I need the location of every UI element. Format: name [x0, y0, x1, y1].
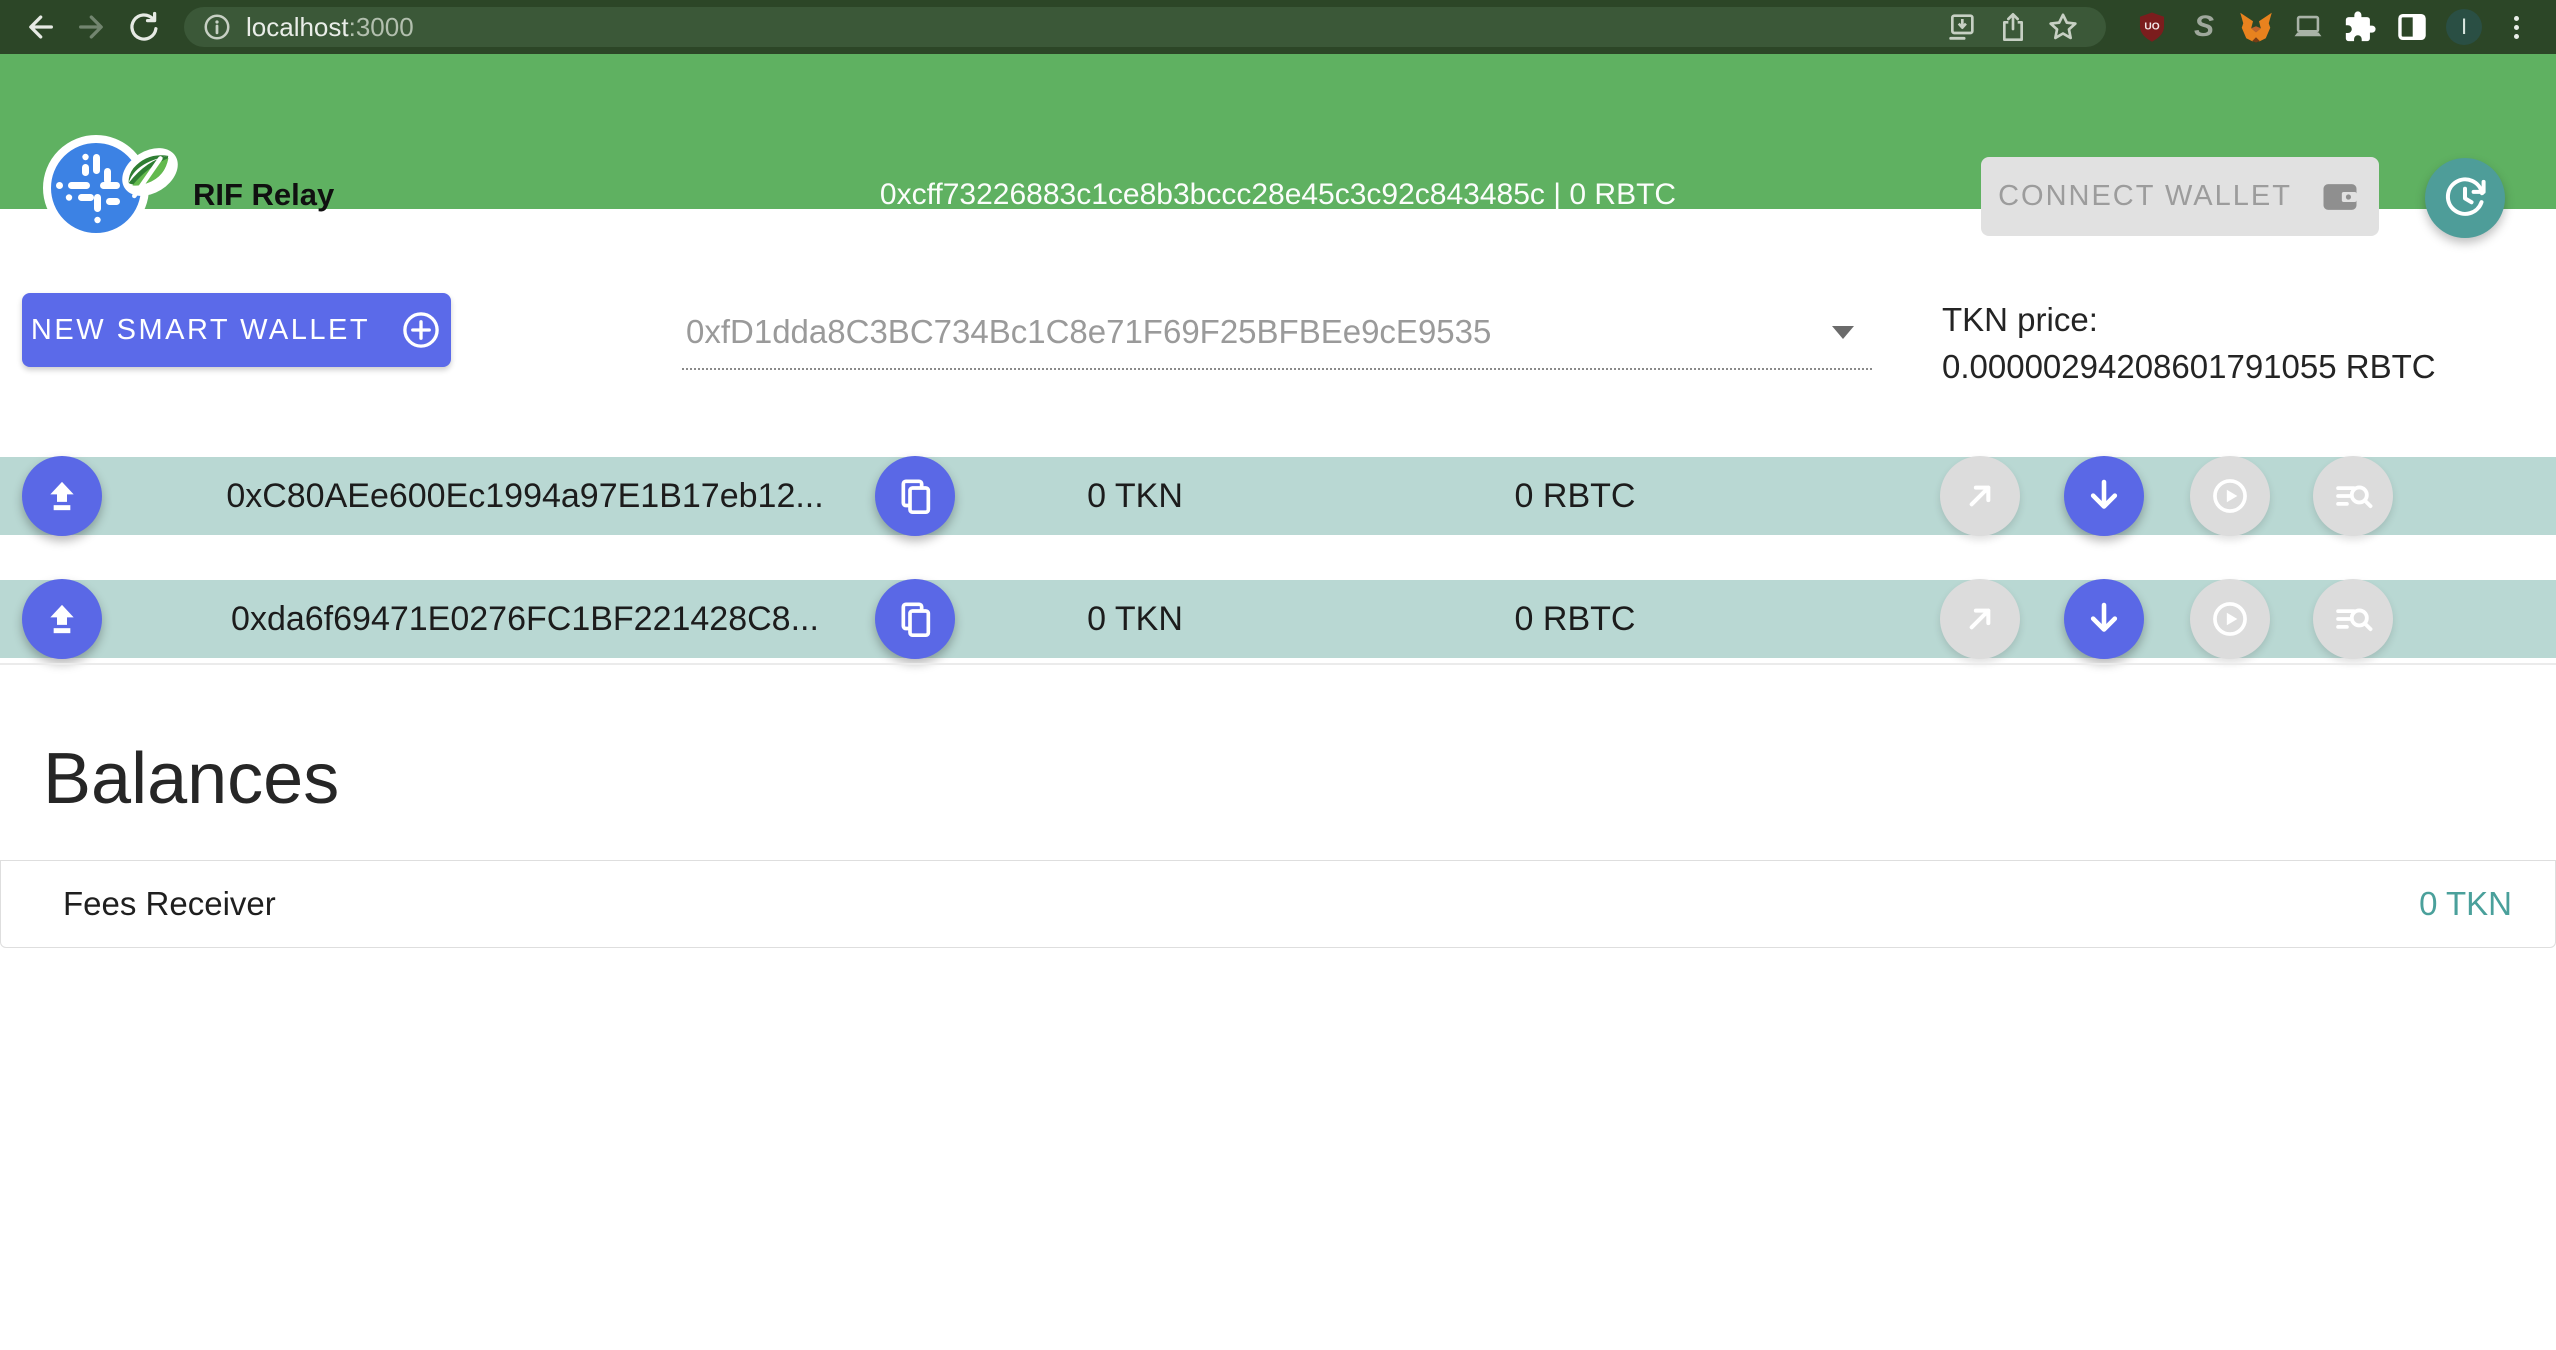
share-button[interactable] [1988, 7, 2038, 47]
deploy-wallet-button[interactable] [22, 579, 102, 659]
smart-wallet-row: 0xda6f69471E0276FC1BF221428C8... 0 TKN 0… [0, 580, 2556, 658]
transfer-button[interactable] [1940, 456, 2020, 536]
reload-icon [127, 10, 161, 44]
extensions-area: UO S I [2126, 5, 2542, 49]
fees-receiver-row: Fees Receiver 0 TKN [0, 860, 2556, 948]
token-price: TKN price: 0.00000294208601791055 RBTC [1942, 296, 2436, 390]
app-header: RIF Relay 0xcff73226883c1ce8b3bccc28e45c… [0, 54, 2556, 209]
copy-address-button[interactable] [875, 579, 955, 659]
smart-wallet-row: 0xC80AEe600Ec1994a97E1B17eb12... 0 TKN 0… [0, 457, 2556, 535]
screen-capture-extension-button[interactable] [2282, 5, 2334, 49]
copy-icon [895, 599, 935, 639]
section-divider [0, 663, 2556, 665]
url-bar[interactable]: localhost:3000 [184, 7, 2106, 47]
metamask-extension-button[interactable] [2230, 5, 2282, 49]
ublock-shield-icon: UO [2135, 10, 2169, 44]
puzzle-icon [2343, 10, 2377, 44]
balances-heading: Balances [43, 738, 339, 820]
side-panel-icon [2395, 10, 2429, 44]
browser-toolbar: localhost:3000 UO S [0, 0, 2556, 54]
wallet-rbtc-balance: 0 RBTC [1440, 580, 1710, 658]
smart-wallet-address: 0xda6f69471E0276FC1BF221428C8... [175, 580, 875, 658]
new-smart-wallet-button[interactable]: NEW SMART WALLET [22, 293, 451, 367]
deploy-wallet-button[interactable] [22, 456, 102, 536]
connect-wallet-button[interactable]: CONNECT WALLET [1981, 157, 2379, 236]
browser-menu-button[interactable] [2490, 5, 2542, 49]
list-search-icon [2332, 598, 2374, 640]
account-address: 0xcff73226883c1ce8b3bccc28e45c3c92c84348… [880, 178, 1545, 211]
wallet-tkn-balance: 0 TKN [1000, 457, 1270, 535]
wallet-rbtc-balance: 0 RBTC [1440, 457, 1710, 535]
laptop-icon [2291, 10, 2325, 44]
upload-icon [42, 599, 82, 639]
svg-text:UO: UO [2144, 21, 2159, 32]
install-icon [1947, 11, 1979, 43]
bookmark-star-icon [2046, 10, 2080, 44]
plus-circle-icon [400, 309, 442, 351]
wallet-tkn-balance: 0 TKN [1000, 580, 1270, 658]
back-arrow-icon [23, 10, 57, 44]
receive-button[interactable] [2064, 579, 2144, 659]
browser-reload-button[interactable] [118, 5, 170, 49]
install-app-button[interactable] [1938, 7, 1988, 47]
bookmark-button[interactable] [2038, 7, 2088, 47]
arrow-up-right-icon [1960, 476, 2000, 516]
browser-back-button[interactable] [14, 5, 66, 49]
refresh-button[interactable] [2425, 158, 2505, 238]
ublock-extension-button[interactable]: UO [2126, 5, 2178, 49]
share-icon [1997, 11, 2029, 43]
rif-relay-app: localhost:3000 UO S [0, 0, 2556, 1350]
copy-icon [895, 476, 935, 516]
chevron-down-icon [1832, 326, 1854, 339]
site-info-icon[interactable] [202, 12, 232, 42]
list-search-icon [2332, 475, 2374, 517]
search-transactions-button[interactable] [2313, 579, 2393, 659]
play-circle-icon [2209, 475, 2251, 517]
arrow-down-icon [2083, 475, 2125, 517]
s-extension-button[interactable]: S [2178, 5, 2230, 49]
extensions-menu-button[interactable] [2334, 5, 2386, 49]
account-balance: | 0 RBTC [1553, 178, 1676, 211]
smart-wallet-address: 0xC80AEe600Ec1994a97E1B17eb12... [175, 457, 875, 535]
token-price-label: TKN price: [1942, 296, 2436, 343]
profile-avatar-button[interactable]: I [2438, 5, 2490, 49]
kebab-menu-icon [2514, 12, 2519, 43]
s-extension-icon: S [2194, 10, 2214, 44]
avatar: I [2446, 9, 2482, 45]
fees-receiver-value: 0 TKN [2419, 885, 2512, 923]
connect-wallet-label: CONNECT WALLET [1998, 180, 2292, 213]
side-panel-button[interactable] [2386, 5, 2438, 49]
new-smart-wallet-label: NEW SMART WALLET [31, 314, 370, 347]
arrow-up-right-icon [1960, 599, 2000, 639]
execute-button[interactable] [2190, 579, 2270, 659]
refresh-clock-icon [2442, 175, 2488, 221]
forward-arrow-icon [75, 10, 109, 44]
browser-forward-button[interactable] [66, 5, 118, 49]
fees-receiver-label: Fees Receiver [63, 885, 276, 923]
upload-icon [42, 476, 82, 516]
play-circle-icon [2209, 598, 2251, 640]
token-price-value: 0.00000294208601791055 RBTC [1942, 343, 2436, 390]
smart-wallet-select-value: 0xfD1dda8C3BC734Bc1C8e71F69F25BFBEe9cE95… [682, 313, 1491, 351]
receive-button[interactable] [2064, 456, 2144, 536]
smart-wallet-select[interactable]: 0xfD1dda8C3BC734Bc1C8e71F69F25BFBEe9cE95… [682, 296, 1872, 370]
arrow-down-icon [2083, 598, 2125, 640]
search-transactions-button[interactable] [2313, 456, 2393, 536]
execute-button[interactable] [2190, 456, 2270, 536]
url-text: localhost:3000 [246, 12, 414, 43]
metamask-fox-icon [2238, 9, 2274, 45]
wallet-icon [2318, 175, 2362, 219]
copy-address-button[interactable] [875, 456, 955, 536]
transfer-button[interactable] [1940, 579, 2020, 659]
